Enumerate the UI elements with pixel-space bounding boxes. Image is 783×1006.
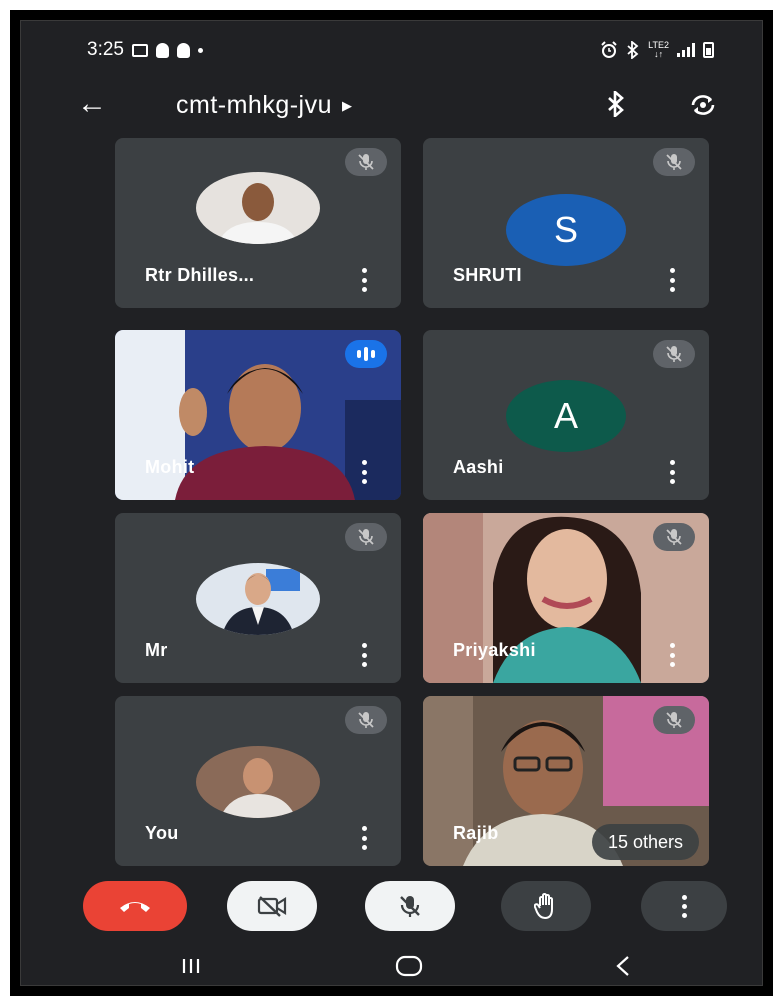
camera-toggle-button[interactable] xyxy=(227,881,317,931)
participant-name: Priyakshi xyxy=(453,640,536,660)
participant-name: SHRUTI xyxy=(453,265,522,285)
avatar-letter: A xyxy=(553,395,578,436)
meet-screen: 3:25 LTE2 ↓↑ ← cmt-mhkg-jvu ▶ Rtr Dhille… xyxy=(20,20,763,986)
back-icon[interactable] xyxy=(615,955,631,977)
participant-tile[interactable]: You xyxy=(115,696,401,866)
participant-tile[interactable]: Mohit xyxy=(115,330,401,500)
mic-off-icon xyxy=(400,896,420,917)
participant-name: Rtr Dhilles... xyxy=(145,265,255,285)
more-options-icon[interactable] xyxy=(361,460,367,484)
avatar xyxy=(196,746,320,818)
app-bar: ← cmt-mhkg-jvu ▶ xyxy=(21,81,762,129)
back-arrow-icon[interactable]: ← xyxy=(77,89,107,119)
participant-name: Mr xyxy=(145,640,168,660)
participant-tile[interactable]: A Aashi xyxy=(423,330,709,500)
end-call-button[interactable] xyxy=(83,881,187,931)
network-label: LTE2 xyxy=(648,40,669,50)
snapchat-icon xyxy=(176,42,190,58)
participant-tile[interactable]: Rajib 15 others xyxy=(423,696,709,866)
raise-hand-button[interactable] xyxy=(501,881,591,931)
participant-name: Aashi xyxy=(453,457,504,477)
more-options-icon[interactable] xyxy=(669,460,675,484)
phone-frame: 3:25 LTE2 ↓↑ ← cmt-mhkg-jvu ▶ Rtr Dhille… xyxy=(10,10,773,996)
participant-name: You xyxy=(145,823,179,843)
more-options-icon[interactable] xyxy=(361,268,367,292)
avatar xyxy=(196,172,320,244)
lte-icon: LTE2 ↓↑ xyxy=(648,40,669,59)
bluetooth-audio-icon[interactable] xyxy=(607,91,625,117)
recent-apps-icon[interactable] xyxy=(181,957,201,975)
battery-icon xyxy=(703,42,714,58)
mic-toggle-button[interactable] xyxy=(365,881,455,931)
participant-tile[interactable]: Priyakshi xyxy=(423,513,709,683)
status-time: 3:25 xyxy=(87,39,124,60)
avatar: A xyxy=(506,380,626,452)
meeting-code: cmt-mhkg-jvu xyxy=(176,91,333,119)
mic-off-icon xyxy=(653,340,695,368)
home-icon[interactable] xyxy=(395,955,423,977)
raise-hand-icon xyxy=(534,893,553,920)
signal-icon xyxy=(677,43,695,57)
snapchat-icon xyxy=(155,42,169,58)
caret-right-icon: ▶ xyxy=(342,98,353,113)
more-options-icon xyxy=(681,894,687,918)
more-options-icon[interactable] xyxy=(361,643,367,667)
participant-tile[interactable]: S SHRUTI xyxy=(423,138,709,308)
avatar-letter: S xyxy=(553,209,578,250)
call-controls xyxy=(21,869,762,939)
avatar xyxy=(196,563,320,635)
participant-tile[interactable]: Rtr Dhilles... xyxy=(115,138,401,308)
mic-off-icon xyxy=(653,523,695,551)
participant-tile[interactable]: Mr xyxy=(115,513,401,683)
avatar: S xyxy=(506,194,626,266)
bluetooth-icon xyxy=(627,41,639,59)
mic-off-icon xyxy=(653,706,695,734)
mic-off-icon xyxy=(345,706,387,734)
speaking-indicator-icon xyxy=(345,340,387,368)
more-options-button[interactable] xyxy=(641,881,727,931)
mic-off-icon xyxy=(345,523,387,551)
more-options-icon[interactable] xyxy=(669,643,675,667)
participant-name: Mohit xyxy=(145,457,195,477)
alarm-icon xyxy=(601,41,617,58)
mic-off-icon xyxy=(345,148,387,176)
more-options-icon[interactable] xyxy=(361,826,367,850)
switch-camera-icon[interactable] xyxy=(689,93,717,117)
gallery-icon xyxy=(131,43,148,57)
camera-off-icon xyxy=(257,896,287,917)
mic-off-icon xyxy=(653,148,695,176)
status-bar: 3:25 LTE2 ↓↑ xyxy=(21,21,762,79)
participant-name: Rajib xyxy=(453,823,499,843)
notification-dot-icon xyxy=(197,47,203,53)
system-nav-bar xyxy=(21,949,762,985)
more-options-icon[interactable] xyxy=(669,268,675,292)
end-call-icon xyxy=(120,902,150,912)
meeting-title[interactable]: cmt-mhkg-jvu ▶ xyxy=(176,91,353,120)
others-count-badge[interactable]: 15 others xyxy=(591,824,699,860)
